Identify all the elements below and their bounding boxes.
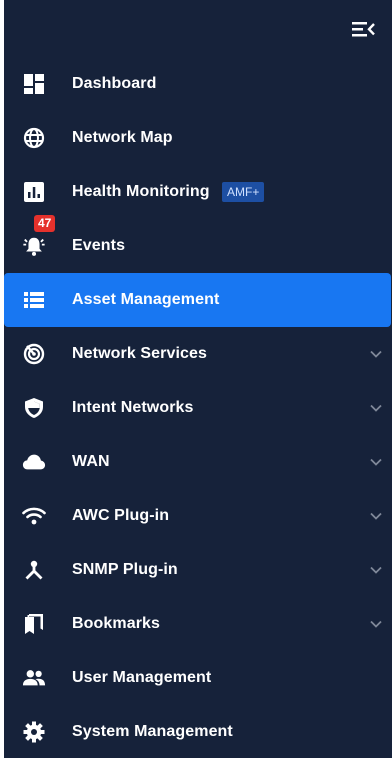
menu-item-label: Events	[72, 237, 126, 254]
menu-item-health-monitoring[interactable]: Health Monitoring AMF+	[4, 165, 392, 219]
network-hub-icon	[22, 558, 46, 582]
menu-item-snmp-plugin[interactable]: SNMP Plug-in	[4, 543, 392, 597]
radar-icon	[22, 342, 46, 366]
users-icon	[22, 666, 46, 690]
menu-item-label: System Management	[72, 723, 233, 740]
menu-item-label: Dashboard	[72, 75, 157, 92]
menu-item-label: User Management	[72, 669, 212, 686]
collapse-menu-button[interactable]	[350, 20, 378, 42]
nav-menu: Dashboard Network Map Health Monitoring …	[4, 57, 392, 758]
menu-item-label: AWC Plug-in	[72, 507, 170, 524]
cloud-icon	[22, 450, 46, 474]
dashboard-icon	[22, 72, 46, 96]
menu-item-label: Asset Management	[72, 291, 220, 308]
menu-item-label: Bookmarks	[72, 615, 161, 632]
chevron-down-icon[interactable]	[368, 400, 384, 416]
menu-item-label: Network Map	[72, 129, 173, 146]
chevron-down-icon[interactable]	[368, 508, 384, 524]
collapse-menu-icon	[351, 20, 377, 43]
menu-item-asset-management[interactable]: Asset Management	[4, 273, 391, 327]
chevron-down-icon[interactable]	[368, 346, 384, 362]
menu-item-label: Health Monitoring	[72, 183, 210, 200]
menu-item-system-management[interactable]: System Management	[4, 705, 392, 758]
menu-item-awc-plugin[interactable]: AWC Plug-in	[4, 489, 392, 543]
globe-icon	[22, 126, 46, 150]
menu-item-dashboard[interactable]: Dashboard	[4, 57, 392, 111]
menu-item-wan[interactable]: WAN	[4, 435, 392, 489]
sidebar: Dashboard Network Map Health Monitoring …	[4, 0, 392, 758]
shield-icon	[22, 396, 46, 420]
menu-item-label: WAN	[72, 453, 110, 470]
menu-item-events[interactable]: 47 Events	[4, 215, 392, 273]
amf-plus-tag: AMF+	[222, 182, 265, 202]
menu-item-bookmarks[interactable]: Bookmarks	[4, 597, 392, 651]
menu-item-label: SNMP Plug-in	[72, 561, 178, 578]
wifi-icon	[22, 504, 46, 528]
chevron-down-icon[interactable]	[368, 562, 384, 578]
list-icon	[22, 288, 46, 312]
menu-item-network-services[interactable]: Network Services	[4, 327, 392, 381]
menu-item-label: Intent Networks	[72, 399, 194, 416]
menu-item-label: Network Services	[72, 345, 208, 362]
chevron-down-icon[interactable]	[368, 454, 384, 470]
chevron-down-icon[interactable]	[368, 616, 384, 632]
gear-icon	[22, 720, 46, 744]
menu-item-intent-networks[interactable]: Intent Networks	[4, 381, 392, 435]
menu-item-user-management[interactable]: User Management	[4, 651, 392, 705]
bar-chart-icon	[22, 180, 46, 204]
events-count-badge: 47	[34, 215, 56, 232]
bookmarks-icon	[22, 612, 46, 636]
bell-alert-icon	[22, 234, 46, 258]
menu-item-network-map[interactable]: Network Map	[4, 111, 392, 165]
